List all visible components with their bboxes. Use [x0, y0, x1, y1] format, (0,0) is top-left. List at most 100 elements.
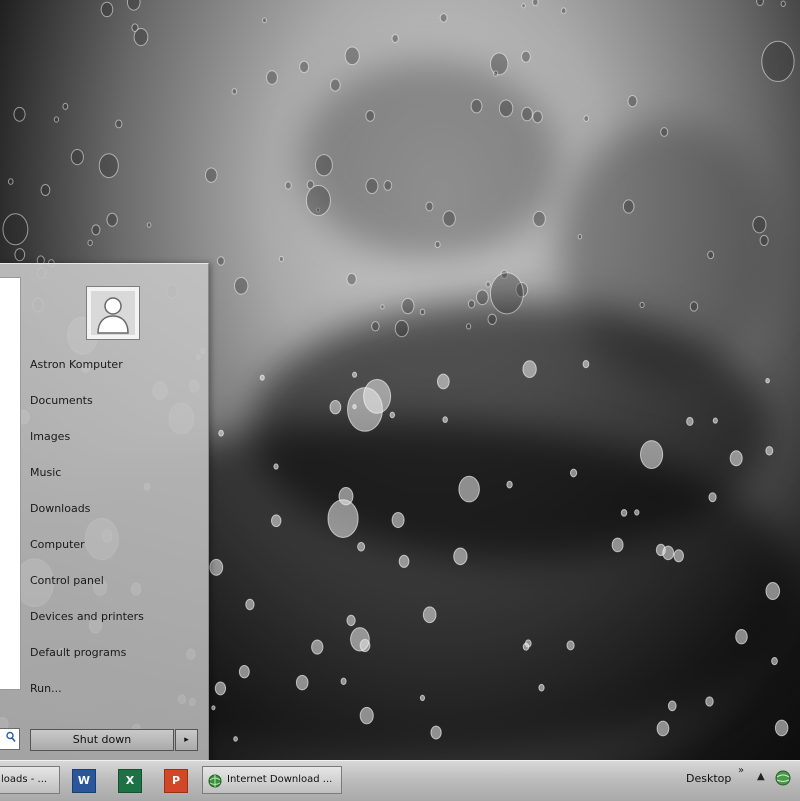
- rain-drop: [532, 0, 539, 7]
- rain-drop: [583, 115, 590, 122]
- rain-drop: [490, 52, 509, 76]
- rain-drop: [566, 640, 575, 651]
- rain-drop: [493, 70, 499, 77]
- link-downloads[interactable]: Downloads: [30, 498, 200, 520]
- rain-drop: [311, 639, 324, 655]
- user-avatar-icon: [91, 291, 135, 335]
- taskbar-item-label: Internet Download ...: [227, 774, 333, 785]
- rain-drop: [216, 256, 225, 266]
- desktop-toolbar-label[interactable]: Desktop: [686, 769, 731, 789]
- rain-drop: [13, 106, 26, 122]
- rain-drop: [346, 272, 357, 286]
- rain-drop: [442, 416, 448, 424]
- user-avatar-frame[interactable]: [86, 286, 140, 340]
- rain-drop: [735, 628, 748, 645]
- toolbar-chevron-icon[interactable]: »: [738, 765, 744, 776]
- link-user-folder[interactable]: Astron Komputer: [30, 354, 200, 376]
- link-images[interactable]: Images: [30, 426, 200, 448]
- rain-drop: [350, 627, 370, 652]
- rain-drop: [340, 677, 347, 685]
- rain-drop: [419, 308, 426, 316]
- network-icon[interactable]: [774, 769, 792, 790]
- rain-drop: [458, 475, 480, 503]
- rain-drop: [204, 167, 218, 183]
- rain-drop: [582, 360, 590, 369]
- rain-drop: [419, 694, 426, 702]
- rain-drop: [270, 514, 282, 528]
- rain-drop: [346, 614, 356, 627]
- rain-drop: [401, 297, 415, 315]
- rain-drop: [53, 116, 60, 123]
- rain-drop: [359, 706, 374, 725]
- rain-drop: [262, 17, 267, 24]
- rain-drop: [729, 450, 743, 467]
- globe-icon: [208, 773, 222, 793]
- link-run[interactable]: Run...: [30, 678, 200, 700]
- taskbar: loads - ... W X P Internet Download ... …: [0, 760, 800, 801]
- rain-drop: [115, 119, 123, 129]
- rain-drop: [780, 0, 786, 7]
- powerpoint-icon[interactable]: P: [164, 769, 188, 793]
- rain-drop: [453, 547, 468, 566]
- rain-drop: [98, 153, 119, 179]
- rain-drop: [299, 60, 310, 74]
- rain-drop: [660, 127, 669, 137]
- rain-drop: [430, 725, 442, 740]
- rain-drop: [521, 106, 533, 122]
- rain-drop: [91, 224, 101, 236]
- rain-drop: [391, 34, 399, 43]
- link-computer[interactable]: Computer: [30, 534, 200, 556]
- rain-drop: [371, 321, 380, 332]
- rain-drop: [639, 440, 664, 469]
- programs-pane[interactable]: [0, 277, 21, 690]
- link-documents[interactable]: Documents: [30, 390, 200, 412]
- show-hidden-icons-icon[interactable]: ▲: [757, 771, 765, 782]
- rain-drop: [765, 377, 770, 384]
- rain-drop: [314, 154, 333, 177]
- word-icon[interactable]: W: [72, 769, 96, 793]
- rain-drop: [7, 178, 14, 185]
- rain-drop: [352, 371, 358, 378]
- rain-drop: [295, 674, 309, 691]
- rain-drop: [521, 50, 531, 63]
- link-control-panel[interactable]: Control panel: [30, 570, 200, 592]
- rain-drop: [126, 0, 141, 11]
- rain-drop: [487, 313, 497, 326]
- rain-drop: [436, 373, 450, 390]
- rain-drop: [765, 582, 781, 601]
- rain-drop: [532, 110, 543, 124]
- rain-drop: [106, 212, 118, 227]
- excel-icon[interactable]: X: [118, 769, 142, 793]
- rain-drop: [765, 445, 774, 456]
- rain-drop: [627, 94, 638, 108]
- rain-drop: [752, 215, 767, 234]
- taskbar-item-label: loads - ...: [1, 774, 48, 785]
- shutdown-button[interactable]: Shut down: [30, 729, 174, 751]
- rain-drop: [577, 234, 583, 240]
- rain-drop: [40, 184, 51, 196]
- rain-drop: [273, 463, 279, 470]
- link-default-programs[interactable]: Default programs: [30, 642, 200, 664]
- link-music[interactable]: Music: [30, 462, 200, 484]
- rain-drop: [383, 180, 393, 191]
- rain-drop: [238, 664, 250, 679]
- rain-drop: [365, 178, 379, 194]
- rain-drop: [466, 323, 472, 330]
- rain-drop: [489, 272, 524, 315]
- rain-drop: [774, 719, 789, 737]
- search-input[interactable]: [0, 728, 20, 750]
- taskbar-item-downloads[interactable]: loads - ...: [0, 766, 60, 794]
- rain-drop: [708, 492, 717, 503]
- search-icon[interactable]: [6, 729, 16, 751]
- link-devices-printers[interactable]: Devices and printers: [30, 606, 200, 628]
- shutdown-options-arrow-icon[interactable]: ▸: [175, 729, 198, 751]
- rain-drop: [233, 736, 238, 742]
- rain-drop: [146, 222, 152, 228]
- rain-drop: [756, 0, 764, 7]
- rain-drop: [639, 301, 645, 309]
- rain-drop: [245, 598, 255, 611]
- taskbar-item-internet-download[interactable]: Internet Download ...: [202, 766, 342, 794]
- start-menu: Astron Komputer Documents Images Music D…: [0, 263, 209, 761]
- rain-drop: [259, 374, 265, 381]
- rain-drop: [284, 181, 292, 190]
